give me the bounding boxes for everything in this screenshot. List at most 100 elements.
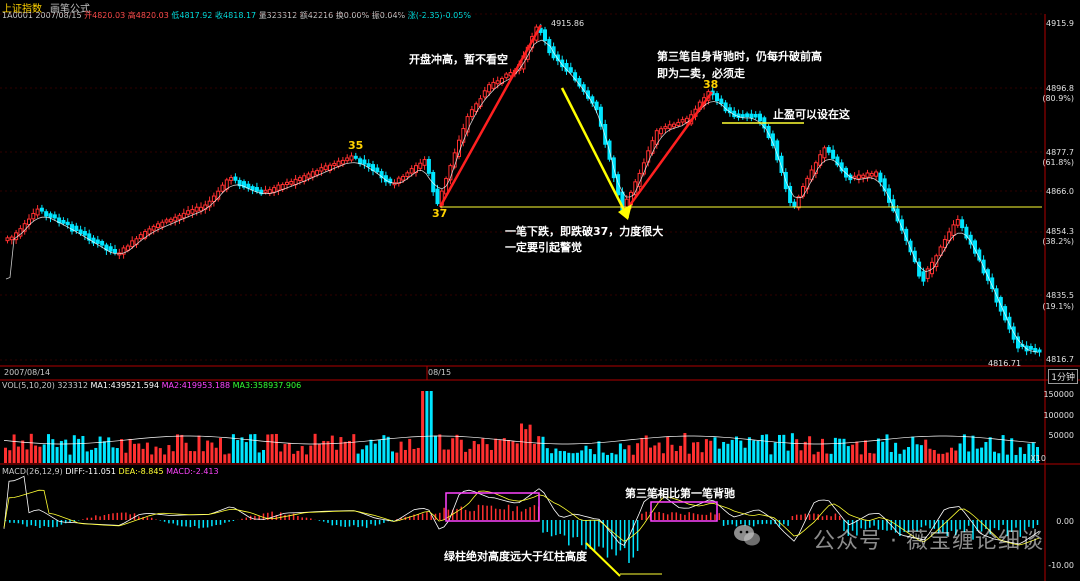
- volume-bars-group: [3, 391, 1039, 463]
- period-selector[interactable]: 1分钟: [1048, 369, 1078, 384]
- volume-bar: [993, 451, 996, 463]
- volume-bar: [984, 442, 988, 463]
- candle-body: [31, 212, 36, 220]
- volume-bar: [773, 442, 777, 463]
- vol-axis-label: 100000: [1043, 411, 1074, 420]
- vol-unit-label: X10: [1030, 454, 1046, 463]
- candle-body: [861, 174, 866, 179]
- volume-bar: [266, 434, 270, 463]
- volume-bar: [911, 436, 915, 463]
- annotation-third-stroke-line1: 第三笔自身背驰时，仍每升破前高: [657, 50, 822, 63]
- candle-body: [78, 229, 83, 235]
- volume-bar: [322, 440, 326, 463]
- volume-bar: [674, 451, 678, 463]
- volume-bar: [799, 450, 803, 463]
- candle-body: [672, 123, 676, 128]
- price-pct-label: (61.8%): [1042, 158, 1074, 167]
- candle-body: [130, 240, 135, 248]
- candle-body: [289, 180, 294, 185]
- volume-bar: [511, 441, 515, 463]
- pivot-label-38: 38: [703, 78, 719, 91]
- volume-bar: [227, 453, 231, 463]
- candle-body: [409, 168, 414, 174]
- volume-bar: [876, 438, 880, 463]
- candle-body: [422, 159, 427, 166]
- macd-name: MACD(26,12,9): [2, 467, 63, 476]
- volume-bar: [644, 435, 648, 463]
- volume-bar: [747, 437, 751, 463]
- volume-bar: [597, 441, 601, 463]
- candle-body: [590, 96, 595, 104]
- volume-bar: [520, 423, 523, 463]
- candle-body: [603, 124, 608, 145]
- candle-body: [138, 234, 143, 239]
- volume-bar: [661, 453, 665, 463]
- candle-body: [405, 172, 410, 178]
- price-pct-label: (38.2%): [1042, 237, 1074, 246]
- ma-line: [5, 39, 1039, 353]
- volume-bar: [709, 440, 713, 463]
- macd-axis-label: -10.00: [1048, 561, 1074, 570]
- candle-body: [951, 224, 956, 236]
- volume-bar: [739, 440, 743, 463]
- volume-bar: [588, 448, 592, 463]
- annotation-down-stroke-line1: 一笔下跌，即跌破37，力度很大: [505, 225, 664, 238]
- candle-body: [315, 170, 320, 176]
- volume-bar: [68, 454, 72, 463]
- candle-body: [35, 208, 40, 216]
- candle-body: [749, 113, 754, 119]
- volume-bar: [47, 434, 50, 463]
- price-label: 4915.9: [1046, 19, 1074, 28]
- volume-bar: [945, 452, 949, 463]
- time-start-label: 2007/08/14: [4, 368, 51, 377]
- watermark-text: 公众号 · 薇宝缠论细谈: [813, 529, 1044, 554]
- candle-body: [164, 219, 169, 223]
- volume-bar: [94, 447, 98, 463]
- candle-body: [676, 121, 681, 126]
- candle-body: [285, 181, 289, 185]
- volume-bar: [679, 445, 683, 463]
- candle-body: [878, 172, 883, 183]
- volume-bar: [980, 447, 984, 463]
- volume-bar: [12, 434, 16, 463]
- candle-body: [95, 239, 100, 244]
- candle-body: [663, 126, 668, 130]
- volume-bar: [421, 391, 425, 463]
- volume-bar: [881, 441, 885, 463]
- candle-body: [469, 109, 474, 118]
- volume-bar: [81, 435, 85, 463]
- volume-bar: [988, 437, 992, 463]
- volume-bar: [408, 438, 412, 463]
- candle-body: [745, 113, 750, 118]
- price-label: 4896.8: [1046, 84, 1074, 93]
- candle-body: [659, 128, 664, 135]
- volume-bar: [954, 450, 958, 463]
- candle-body: [65, 221, 70, 226]
- volume-bar: [610, 452, 614, 463]
- low-price-mark: 4816.71: [988, 359, 1022, 368]
- candle-body: [310, 171, 315, 178]
- volume-bar: [115, 448, 119, 463]
- volume-bar: [352, 434, 356, 463]
- candle-body: [113, 249, 117, 254]
- candle-body: [504, 73, 509, 79]
- volume-bar: [889, 451, 893, 463]
- candle-body: [960, 219, 965, 229]
- candle-body: [856, 174, 861, 180]
- volume-bar: [713, 437, 717, 463]
- volume-bar: [808, 436, 812, 463]
- vol-ma3: MA3:358937.906: [232, 381, 302, 390]
- vol-name: VOL(5,10,20): [2, 381, 55, 390]
- candle-body: [82, 231, 87, 236]
- annotation-open-high: 开盘冲高，暂不看空: [409, 53, 508, 66]
- volume-bar: [214, 447, 218, 463]
- candle-body: [435, 188, 440, 205]
- candle-body: [276, 184, 281, 191]
- pivot-label-35: 35: [348, 139, 364, 152]
- macd-value: MACD:-2.413: [166, 467, 219, 476]
- volume-bar: [528, 424, 532, 463]
- annotation-take-profit: 止盈可以设在这: [773, 108, 850, 121]
- volume-bar: [386, 436, 390, 463]
- volume-bar: [292, 453, 296, 463]
- candlestick-chart-canvas[interactable]: [0, 0, 1080, 581]
